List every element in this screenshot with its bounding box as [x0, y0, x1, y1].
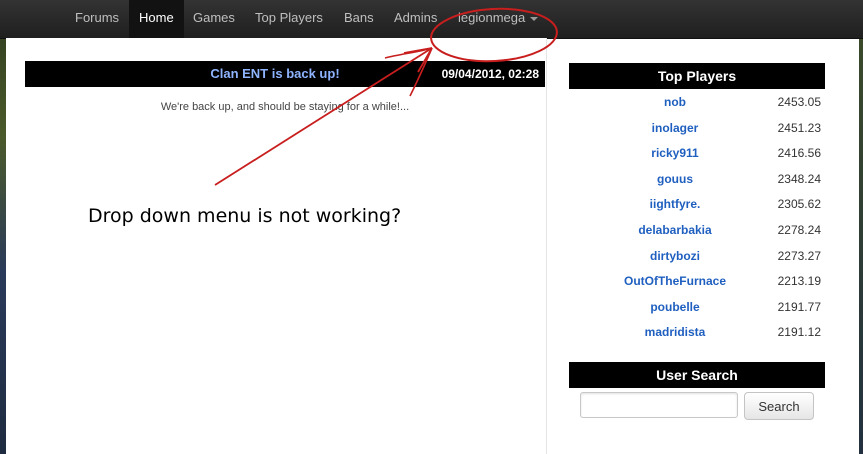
player-score: 2453.05: [777, 95, 821, 109]
nav-bans[interactable]: Bans: [334, 0, 384, 38]
player-name[interactable]: ricky911: [569, 146, 781, 160]
player-row: gouus 2348.24: [569, 168, 825, 193]
player-row: OutOfTheFurnace 2213.19: [569, 270, 825, 295]
player-score: 2191.12: [777, 325, 821, 339]
news-body: We're back up, and should be staying for…: [160, 101, 410, 113]
player-row: inolager 2451.23: [569, 117, 825, 142]
player-row: poubelle 2191.77: [569, 296, 825, 321]
player-name[interactable]: iightfyre.: [569, 197, 781, 211]
player-score: 2273.27: [777, 249, 821, 263]
user-search-button[interactable]: Search: [744, 392, 814, 420]
nav-forums[interactable]: Forums: [65, 0, 129, 38]
player-score: 2451.23: [777, 121, 821, 135]
user-search-header: User Search: [569, 362, 825, 388]
nav-admins[interactable]: Admins: [384, 0, 447, 38]
news-date: 09/04/2012, 02:28: [441, 67, 539, 81]
annotation-text: Drop down menu is not working?: [88, 205, 402, 227]
user-dropdown-label: legionmega: [458, 10, 526, 25]
player-score: 2348.24: [777, 172, 821, 186]
nav-games[interactable]: Games: [183, 0, 245, 38]
player-row: dirtybozi 2273.27: [569, 245, 825, 270]
player-score: 2416.56: [777, 146, 821, 160]
nav-top-players[interactable]: Top Players: [245, 0, 333, 38]
top-navbar: Forums Home Games Top Players Bans Admin…: [0, 0, 863, 39]
player-row: iightfyre. 2305.62: [569, 193, 825, 218]
news-header: Clan ENT is back up! 09/04/2012, 02:28: [25, 61, 545, 87]
player-score: 2305.62: [777, 197, 821, 211]
player-name[interactable]: dirtybozi: [569, 249, 781, 263]
player-row: madridista 2191.12: [569, 321, 825, 346]
player-name[interactable]: nob: [569, 95, 781, 109]
player-name[interactable]: OutOfTheFurnace: [569, 274, 781, 288]
player-score: 2213.19: [777, 274, 821, 288]
user-dropdown-toggle[interactable]: legionmega: [448, 0, 548, 38]
player-name[interactable]: poubelle: [569, 300, 781, 314]
player-row: delabarbakia 2278.24: [569, 219, 825, 244]
player-score: 2278.24: [777, 223, 821, 237]
nav-home[interactable]: Home: [129, 0, 184, 38]
player-name[interactable]: gouus: [569, 172, 781, 186]
caret-down-icon: [530, 16, 539, 21]
player-score: 2191.77: [777, 300, 821, 314]
user-search-input[interactable]: [580, 392, 738, 418]
page-background-right: [859, 38, 863, 454]
player-name[interactable]: inolager: [569, 121, 781, 135]
player-name[interactable]: madridista: [569, 325, 781, 339]
top-players-header: Top Players: [569, 63, 825, 89]
player-name[interactable]: delabarbakia: [569, 223, 781, 237]
player-row: nob 2453.05: [569, 91, 825, 116]
player-row: ricky911 2416.56: [569, 142, 825, 167]
